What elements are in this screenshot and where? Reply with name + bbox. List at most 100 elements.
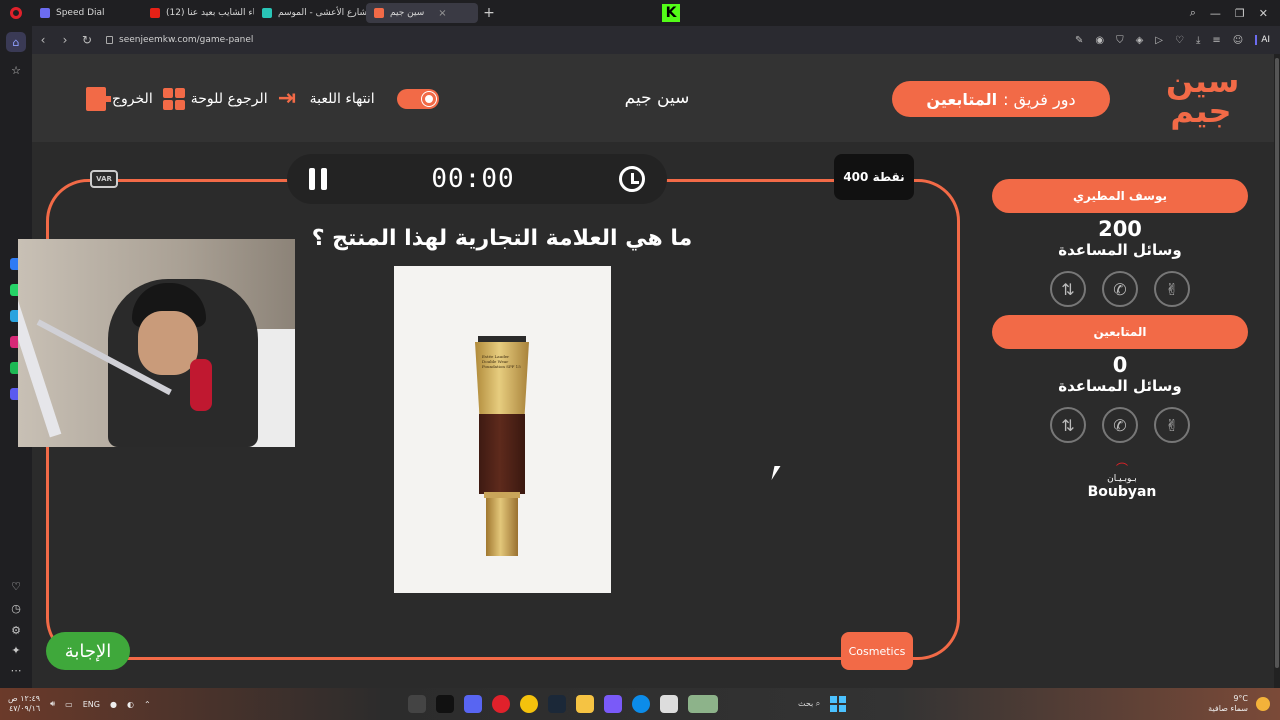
arrow-right-icon: ⇥ xyxy=(277,86,297,111)
tube-body xyxy=(479,414,525,494)
edge-icon[interactable] xyxy=(632,695,650,713)
profile-icon[interactable]: ☺ xyxy=(1233,35,1243,46)
tab-shahid[interactable]: شاهد شارع الأعشى - الموسم... xyxy=(254,3,366,23)
network-icon[interactable]: ▭ xyxy=(65,700,73,709)
heart-icon[interactable]: ♡ xyxy=(6,576,26,596)
settings-icon[interactable]: ⚙ xyxy=(6,620,26,640)
settings-toggle[interactable] xyxy=(396,89,439,109)
new-tab-button[interactable]: + xyxy=(478,5,500,21)
phone-icon[interactable]: ✆ xyxy=(1102,407,1138,443)
tab-label: شاهد شارع الأعشى - الموسم... xyxy=(278,8,366,18)
webcam-overlay xyxy=(18,239,295,447)
weather-temp: 9°C xyxy=(1233,694,1248,703)
window-controls: ⌕ — ❐ ✕ xyxy=(1190,0,1280,26)
edit-icon[interactable]: ✎ xyxy=(1075,35,1083,46)
phone-swap-icon[interactable]: ⇅ xyxy=(1050,271,1086,307)
tray-app-icon[interactable]: ◐ xyxy=(127,700,134,709)
restore-icon[interactable]: ❐ xyxy=(1235,7,1245,20)
phone-icon[interactable]: ✆ xyxy=(1102,271,1138,307)
chevron-up-icon[interactable]: ⌃ xyxy=(144,700,151,709)
tab-seenjeem[interactable]: سين جيم × xyxy=(366,3,478,23)
star-icon[interactable]: ☆ xyxy=(6,60,26,80)
url-field[interactable]: seenjeemkw.com/game-panel xyxy=(106,35,253,45)
kick-logo-icon: K xyxy=(662,4,680,22)
file-explorer-icon[interactable] xyxy=(576,695,594,713)
pause-button[interactable] xyxy=(309,168,327,190)
aid-row: ⇅ ✆ ✌ xyxy=(992,271,1248,307)
reload-icon[interactable]: ↻ xyxy=(76,33,98,47)
lightbulb-icon[interactable]: ✦ xyxy=(6,640,26,660)
screen: Speed Dial (12) شيماء الشايب بعيد عنا...… xyxy=(0,0,1280,720)
shahid-icon xyxy=(262,8,272,18)
chrome-icon[interactable] xyxy=(520,695,538,713)
windows-taskbar: ١٢:٤٩ ص ٤٧/٠٩/١٦ 🔊︎ ▭ ENG ● ◐ ⌃ بحث ⌕ 9°… xyxy=(0,688,1280,720)
team-panel-1: يوسف المطيري 200 وسائل المساعدة ⇅ ✆ ✌ xyxy=(992,179,1248,307)
camera-icon[interactable]: ◉ xyxy=(1095,35,1104,46)
close-window-icon[interactable]: ✕ xyxy=(1259,7,1268,20)
var-icon[interactable]: VAR xyxy=(90,170,118,188)
opera-logo-icon[interactable] xyxy=(0,0,32,26)
forward-icon[interactable]: › xyxy=(54,33,76,47)
play-icon[interactable]: ▷ xyxy=(1155,35,1163,46)
reset-timer-icon[interactable] xyxy=(619,166,645,192)
exit-button[interactable]: الخروج xyxy=(86,87,153,111)
menu-icon[interactable]: ≡ xyxy=(1212,35,1220,46)
address-bar-tools: ✎ ◉ ⛉ ◈ ▷ ♡ ⤓ ≡ ☺ AI xyxy=(1075,26,1270,54)
vpn-icon[interactable]: ◈ xyxy=(1136,35,1144,46)
speed-dial-icon xyxy=(40,8,50,18)
volume-icon[interactable]: 🔊︎ xyxy=(50,699,55,709)
taskbar-search[interactable]: بحث ⌕ xyxy=(798,699,820,709)
address-bar: ‹ › ↻ seenjeemkw.com/game-panel ✎ ◉ ⛉ ◈ … xyxy=(32,26,1280,54)
taskbar-apps: بحث ⌕ xyxy=(408,688,847,720)
back-icon[interactable]: ‹ xyxy=(32,33,54,47)
scroll-thumb[interactable] xyxy=(1275,58,1279,668)
tab-speed-dial[interactable]: Speed Dial xyxy=(32,3,142,23)
home-icon[interactable]: ⌂ xyxy=(6,32,26,52)
mic-tray-icon[interactable]: ● xyxy=(110,700,117,709)
seenjeem-logo: سين جيم xyxy=(1166,62,1240,130)
ai-button[interactable]: AI xyxy=(1255,35,1270,45)
obs-icon[interactable] xyxy=(408,695,426,713)
back-label: الرجوع للوحة xyxy=(190,91,268,107)
product-label: Estée Lauder Double Wear Foundation SPF … xyxy=(482,354,521,369)
peace-hand-icon[interactable]: ✌ xyxy=(1154,271,1190,307)
history-icon[interactable]: ◷ xyxy=(6,598,26,618)
taskbar-clock[interactable]: ١٢:٤٩ ص ٤٧/٠٩/١٦ xyxy=(8,694,40,714)
category-badge[interactable]: Cosmetics xyxy=(841,632,913,670)
url-text: seenjeemkw.com/game-panel xyxy=(119,35,254,45)
more-icon[interactable]: ⋯ xyxy=(6,660,26,680)
peace-hand-icon[interactable]: ✌ xyxy=(1154,407,1190,443)
phone-swap-icon[interactable]: ⇅ xyxy=(1050,407,1086,443)
weather-desc: سماء صافية xyxy=(1208,704,1248,713)
clock-date: ٤٧/٠٩/١٦ xyxy=(8,704,41,713)
tab-youtube[interactable]: (12) شيماء الشايب بعيد عنا... xyxy=(142,3,254,23)
search-label: بحث xyxy=(798,699,814,708)
webcam-face xyxy=(138,311,198,375)
tube-base xyxy=(486,498,518,556)
opera-icon[interactable] xyxy=(492,695,510,713)
steam-icon[interactable] xyxy=(548,695,566,713)
shield-icon[interactable]: ⛉ xyxy=(1116,35,1124,46)
team-name: يوسف المطيري xyxy=(992,179,1248,213)
discord-icon[interactable] xyxy=(464,695,482,713)
answer-button[interactable]: الإجابة xyxy=(46,632,130,670)
search-tabs-icon[interactable]: ⌕ xyxy=(1190,6,1196,20)
close-tab-icon[interactable]: × xyxy=(438,8,446,19)
back-to-board-button[interactable]: الرجوع للوحة xyxy=(162,88,268,110)
tiktok-icon[interactable] xyxy=(436,695,454,713)
app-icon[interactable] xyxy=(604,695,622,713)
windows-start-icon[interactable] xyxy=(830,696,847,712)
heart-icon[interactable]: ♡ xyxy=(1175,35,1184,46)
widgets-icon[interactable] xyxy=(688,695,718,713)
aids-label: وسائل المساعدة xyxy=(1058,377,1182,395)
boubyan-mark-icon: ⌒ xyxy=(1115,462,1128,476)
store-icon[interactable] xyxy=(660,695,678,713)
page-scrollbar[interactable] xyxy=(1274,54,1280,688)
minimize-icon[interactable]: — xyxy=(1210,7,1221,20)
download-icon[interactable]: ⤓ xyxy=(1196,35,1200,46)
language-indicator[interactable]: ENG xyxy=(83,700,100,709)
header-actions: الخروج الرجوع للوحة ⇥ انتهاء اللعبة xyxy=(86,85,439,113)
taskbar-weather[interactable]: 9°C سماء صافية xyxy=(1208,688,1270,720)
end-game-button[interactable]: ⇥ انتهاء اللعبة xyxy=(278,88,375,110)
timer-display: 00:00 xyxy=(431,164,515,194)
